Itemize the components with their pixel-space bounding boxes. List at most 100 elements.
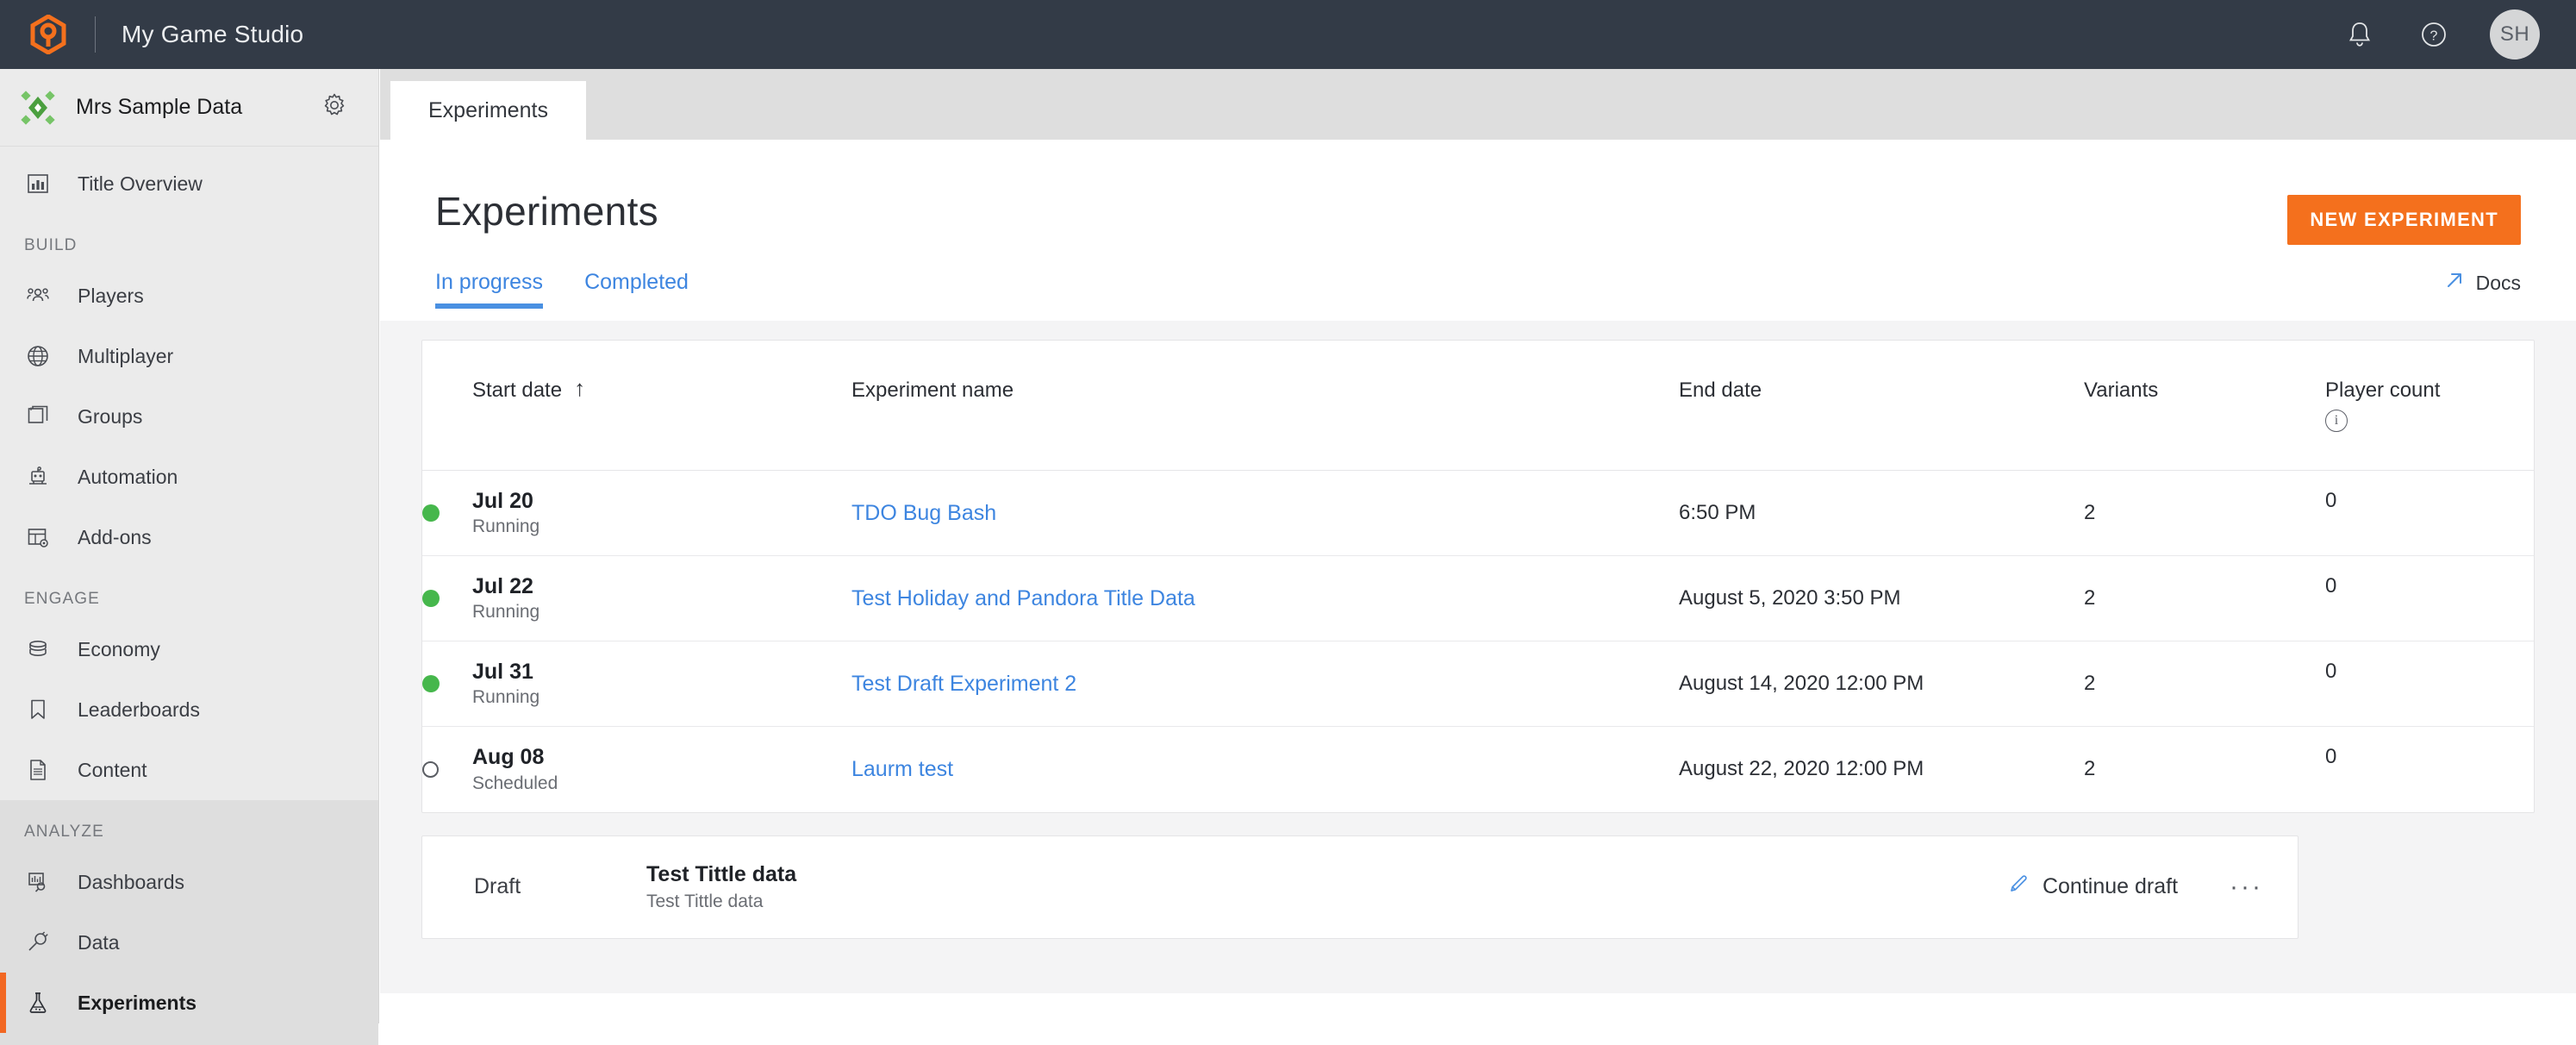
status-dot-running-icon — [422, 590, 440, 607]
sidebar-item-label: Add-ons — [78, 525, 152, 548]
cell-variants: 2 — [2084, 470, 2325, 556]
dashboard-search-icon — [24, 868, 52, 896]
th-end-date[interactable]: End date — [1679, 341, 2084, 471]
status-dot-running-icon — [422, 675, 440, 692]
globe-icon — [24, 342, 52, 370]
th-variants[interactable]: Variants — [2084, 341, 2325, 471]
table-row[interactable]: Jul 31 Running Test Draft Experiment 2 A… — [422, 629, 2534, 727]
cell-end-date: August 5, 2020 3:50 PM — [1679, 555, 2084, 641]
sidebar-item-add-ons[interactable]: Add-ons — [0, 507, 378, 567]
status-label: Running — [472, 516, 540, 537]
sidebar-item-dashboards[interactable]: Dashboards — [0, 852, 378, 912]
sidebar-item-content[interactable]: Content — [0, 740, 378, 800]
bell-icon[interactable] — [2342, 16, 2378, 53]
status-label: Running — [472, 602, 540, 623]
main-content: Experiments Experiments NEW EXPERIMENT I… — [380, 69, 2576, 1023]
draft-actions: Continue draft ··· — [2008, 873, 2263, 901]
status-dot-scheduled-icon — [422, 760, 439, 778]
table-row[interactable]: Aug 08 Scheduled Laurm test August 22, 2… — [422, 727, 2534, 812]
start-date-value: Jul 22 — [472, 573, 533, 598]
sidebar-item-experiments[interactable]: Experiments — [0, 973, 378, 1033]
th-start-date[interactable]: Start date ↑ — [472, 341, 851, 471]
experiment-name-link[interactable]: Test Holiday and Pandora Title Data — [851, 586, 1195, 610]
topbar-actions: ? SH — [2342, 9, 2540, 59]
subtab-completed[interactable]: Completed — [584, 270, 689, 309]
draft-experiment-card[interactable]: Draft Test Tittle data Test Tittle data — [421, 835, 2298, 939]
sidebar-item-label: Automation — [78, 465, 178, 488]
draft-subtitle: Test Tittle data — [646, 892, 764, 912]
sidebar-studio-header[interactable]: Mrs Sample Data — [0, 69, 378, 147]
sidebar-item-multiplayer[interactable]: Multiplayer — [0, 326, 378, 386]
cell-status — [422, 470, 472, 556]
cell-status — [422, 555, 472, 641]
sidebar-group-label: ANALYZE — [24, 823, 104, 841]
sidebar-item-groups[interactable]: Groups — [0, 386, 378, 447]
cell-player-count: 0 — [2325, 543, 2534, 629]
th-player-count[interactable]: Player count i — [2325, 341, 2534, 471]
cell-variants: 2 — [2084, 555, 2325, 641]
sidebar-group-label: ENGAGE — [24, 590, 100, 608]
sidebar-item-automation[interactable]: Automation — [0, 447, 378, 507]
experiment-name-link[interactable]: Laurm test — [851, 757, 953, 781]
new-experiment-button[interactable]: NEW EXPERIMENT — [2287, 195, 2521, 245]
players-group-icon — [24, 282, 52, 310]
experiments-subnav: In progress Completed Docs — [380, 245, 2576, 309]
sidebar: Mrs Sample Data Title Overview BUILD Pla… — [0, 69, 379, 1045]
sidebar-item-label: Multiplayer — [78, 344, 174, 367]
sidebar-item-leaderboards[interactable]: Leaderboards — [0, 679, 378, 740]
sidebar-item-economy[interactable]: Economy — [0, 619, 378, 679]
bookmark-icon — [24, 696, 52, 723]
external-link-arrow-icon — [2443, 269, 2466, 297]
sidebar-item-players[interactable]: Players — [0, 266, 378, 326]
cell-experiment-name: TDO Bug Bash — [851, 470, 1679, 556]
document-icon — [24, 756, 52, 784]
brand-divider — [95, 16, 96, 53]
subtab-in-progress[interactable]: In progress — [435, 270, 544, 309]
subtab-label: Completed — [584, 270, 689, 294]
cell-end-date: 6:50 PM — [1679, 470, 2084, 556]
table-header-row: Start date ↑ Experiment name End date Va… — [422, 341, 2534, 471]
sidebar-item-title-overview[interactable]: Title Overview — [0, 153, 378, 214]
sidebar-item-label: Data — [78, 930, 120, 954]
ellipsis-icon[interactable]: ··· — [2230, 873, 2263, 900]
table-body: Jul 20 Running TDO Bug Bash 6:50 PM 2 0 — [422, 458, 2534, 812]
cell-start-date: Jul 31 Running — [472, 641, 851, 727]
stacked-squares-icon — [24, 403, 52, 430]
experiment-name-link[interactable]: Test Draft Experiment 2 — [851, 672, 1076, 696]
cell-start-date: Jul 22 Running — [472, 555, 851, 641]
cell-variants: 2 — [2084, 641, 2325, 727]
playfab-hex-logo-icon[interactable] — [29, 14, 67, 55]
sort-arrow-up-icon[interactable]: ↑ — [574, 377, 585, 399]
start-date-value: Aug 08 — [472, 744, 545, 769]
cell-player-count: 0 — [2325, 629, 2534, 715]
cell-status — [422, 641, 472, 727]
plug-icon — [24, 929, 52, 956]
tab-label: Experiments — [428, 97, 548, 122]
continue-draft-button[interactable]: Continue draft — [2008, 873, 2178, 901]
table-row[interactable]: Jul 20 Running TDO Bug Bash 6:50 PM 2 0 — [422, 458, 2534, 556]
avatar[interactable]: SH — [2490, 9, 2540, 59]
cell-variants: 2 — [2084, 757, 2096, 781]
experiments-table: Start date ↑ Experiment name End date Va… — [422, 341, 2534, 812]
cell-status — [422, 727, 472, 812]
sidebar-item-data[interactable]: Data — [0, 912, 378, 973]
sidebar-group-engage: ENGAGE Economy Leaderboards Content — [0, 567, 378, 800]
table-row[interactable]: Jul 22 Running Test Holiday and Pandora … — [422, 543, 2534, 641]
bar-chart-icon — [24, 170, 52, 197]
page-content: Experiments NEW EXPERIMENT In progress C… — [380, 140, 2576, 1023]
th-experiment-name[interactable]: Experiment name — [851, 341, 1679, 471]
tab-experiments[interactable]: Experiments — [390, 81, 586, 140]
docs-link[interactable]: Docs — [2443, 269, 2521, 309]
th-player-count-label: Player count — [2325, 379, 2441, 402]
experiment-name-link[interactable]: TDO Bug Bash — [851, 501, 996, 525]
sidebar-item-label: Title Overview — [78, 172, 203, 195]
draft-text-block: Test Tittle data Test Tittle data — [646, 861, 796, 912]
sidebar-group-label: BUILD — [24, 236, 78, 254]
gear-icon[interactable] — [321, 92, 347, 122]
robot-icon — [24, 463, 52, 491]
help-circle-icon[interactable]: ? — [2416, 16, 2452, 53]
th-status — [422, 341, 472, 471]
cell-end-date: August 22, 2020 12:00 PM — [1679, 757, 1924, 781]
info-circle-icon[interactable]: i — [2325, 410, 2348, 432]
experiments-table-card: Start date ↑ Experiment name End date Va… — [421, 340, 2535, 813]
